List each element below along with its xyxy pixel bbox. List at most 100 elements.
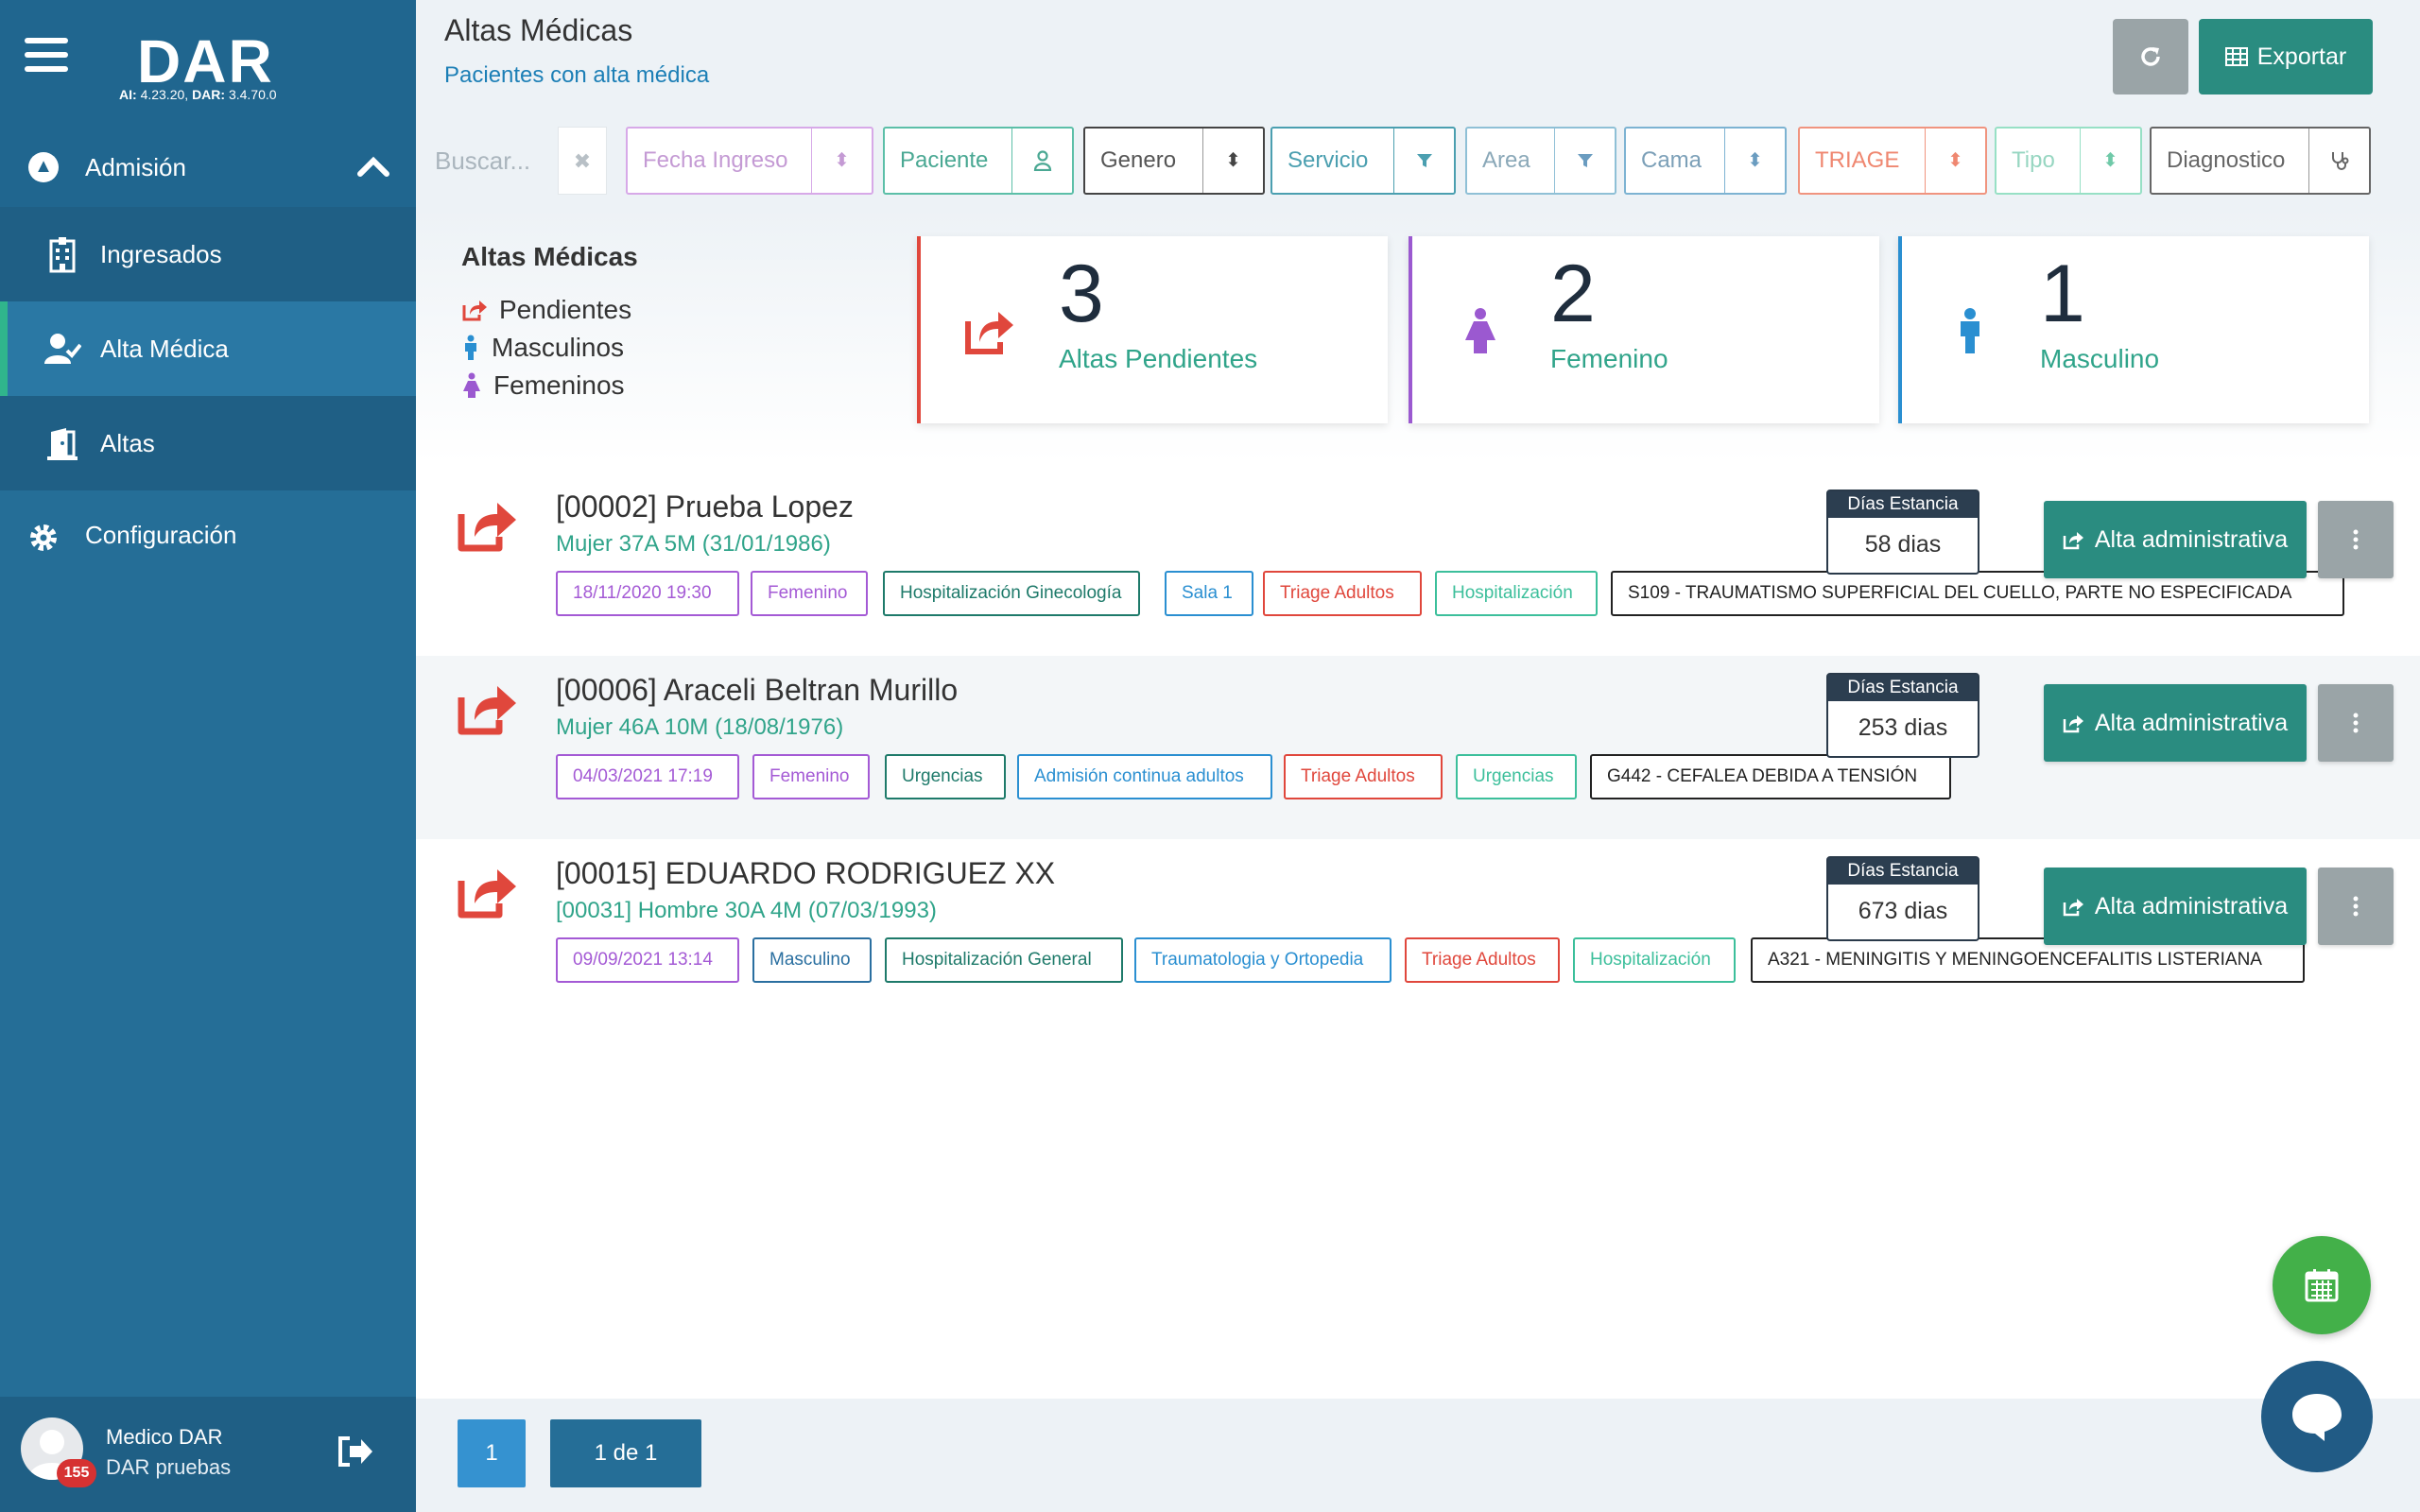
patient-info: [00031] Hombre 30A 4M (07/03/1993) — [556, 898, 937, 923]
stay-value: 253 dias — [1858, 714, 1948, 741]
chat-fab-button[interactable] — [2261, 1361, 2373, 1472]
legend-title: Altas Médicas — [461, 242, 638, 271]
sidebar-item-altas[interactable]: Altas — [0, 396, 416, 490]
user-name: Medico DAR — [106, 1425, 223, 1449]
filter-fecha-ingreso[interactable]: Fecha Ingreso ⬍ — [626, 127, 873, 195]
card-label: Femenino — [1550, 344, 1668, 373]
filter-label: Genero — [1100, 147, 1177, 173]
patient-info: Mujer 46A 10M (18/08/1976) — [556, 714, 844, 740]
tag-triage: Triage Adultos — [1263, 571, 1422, 616]
sidebar-item-configuracion[interactable]: Configuración — [0, 490, 416, 581]
sidebar-section-label: Admisión — [85, 152, 186, 181]
sidebar-section-admision[interactable]: ▲ Admisión — [0, 128, 416, 207]
stay-header: Días Estancia — [1828, 858, 1978, 885]
patient-icon — [1011, 129, 1072, 193]
share-icon — [458, 869, 516, 919]
tag-area: Sala 1 — [1165, 571, 1253, 616]
share-icon — [462, 301, 487, 321]
tag-area: Traumatologia y Ortopedia — [1134, 937, 1392, 983]
tag-tipo: Hospitalización — [1573, 937, 1736, 983]
logout-icon[interactable] — [337, 1435, 374, 1469]
tag-genero: Femenino — [752, 754, 870, 799]
refresh-icon — [2141, 47, 2160, 66]
tag-tipo: Hospitalización — [1435, 571, 1598, 616]
filter-label: Diagnostico — [2167, 147, 2286, 173]
tag-area: Admisión continua adultos — [1017, 754, 1272, 799]
filter-tipo[interactable]: Tipo ⬍ — [1995, 127, 2142, 195]
menu-icon[interactable] — [25, 38, 68, 72]
card-label: Masculino — [2040, 344, 2160, 373]
stay-header: Días Estancia — [1828, 675, 1978, 701]
patient-row[interactable]: [00002] Prueba Lopez Mujer 37A 5M (31/01… — [416, 472, 2420, 656]
more-options-button[interactable] — [2318, 684, 2394, 762]
sidebar-item-alta-medica[interactable]: Alta Médica — [0, 301, 416, 396]
patient-row[interactable]: [00006] Araceli Beltran Murillo Mujer 46… — [416, 656, 2420, 839]
chevron-up-icon — [357, 156, 389, 177]
tag-triage: Triage Adultos — [1284, 754, 1443, 799]
tag-fecha: 04/03/2021 17:19 — [556, 754, 739, 799]
tag-triage: Triage Adultos — [1405, 937, 1560, 983]
card-altas-pendientes: 3 Altas Pendientes — [917, 236, 1388, 423]
tag-genero: Femenino — [751, 571, 868, 616]
export-button[interactable]: Exportar — [2199, 19, 2373, 94]
sidebar-item-label: Ingresados — [100, 239, 222, 268]
stay-value: 673 dias — [1858, 898, 1948, 924]
page-button[interactable]: 1 — [458, 1419, 526, 1487]
tag-tipo: Urgencias — [1456, 754, 1577, 799]
tag-servicio: Hospitalización General — [885, 937, 1123, 983]
more-options-button[interactable] — [2318, 501, 2394, 578]
sort-icon: ⬍ — [1925, 129, 1985, 193]
summary-panel: Altas Médicas Pendientes Masculinos Feme… — [416, 208, 2420, 463]
filter-servicio[interactable]: Servicio — [1270, 127, 1456, 195]
alta-administrativa-button[interactable]: Alta administrativa — [2044, 868, 2307, 945]
filter-paciente[interactable]: Paciente — [883, 127, 1074, 195]
stay-box: Días Estancia 673 dias — [1826, 856, 1979, 941]
user-check-icon — [44, 334, 81, 364]
patient-row[interactable]: [00015] EDUARDO RODRIGUEZ XX [00031] Hom… — [416, 839, 2420, 1022]
calendar-icon — [2305, 1269, 2339, 1302]
page-info: 1 de 1 — [550, 1419, 701, 1487]
tag-genero: Masculino — [752, 937, 872, 983]
sidebar-item-label: Alta Médica — [100, 334, 229, 363]
share-icon — [2063, 532, 2083, 550]
sidebar-item-label: Configuración — [85, 521, 237, 549]
filter-icon — [1393, 129, 1454, 193]
filter-genero[interactable]: Genero ⬍ — [1083, 127, 1265, 195]
sidebar-item-ingresados[interactable]: Ingresados — [0, 207, 416, 301]
version-info: AI: 4.23.20, DAR: 3.4.70.0 — [119, 87, 277, 102]
legend-item-pendientes: Pendientes — [461, 295, 631, 325]
tag-servicio: Urgencias — [885, 754, 1006, 799]
alta-administrativa-button[interactable]: Alta administrativa — [2044, 684, 2307, 762]
navigation-icon: ▲ — [28, 152, 59, 182]
page-header: Altas Médicas Pacientes con alta médica … — [416, 0, 2420, 113]
patient-info: Mujer 37A 5M (31/01/1986) — [556, 531, 831, 557]
clear-search-icon[interactable]: ✖ — [558, 127, 607, 195]
stay-box: Días Estancia 58 dias — [1826, 490, 1979, 575]
patient-name[interactable]: [00015] EDUARDO RODRIGUEZ XX — [556, 856, 1055, 891]
share-icon — [2063, 899, 2083, 917]
vertical-ellipsis-icon — [2353, 896, 2359, 917]
stay-box: Días Estancia 253 dias — [1826, 673, 1979, 758]
page-title: Altas Médicas — [444, 13, 633, 47]
filter-diagnostico[interactable]: Diagnostico — [2150, 127, 2371, 195]
stethoscope-icon — [2308, 129, 2369, 193]
filter-triage[interactable]: TRIAGE ⬍ — [1798, 127, 1987, 195]
card-value: 2 — [1550, 249, 1596, 339]
filter-cama[interactable]: Cama ⬍ — [1624, 127, 1787, 195]
more-options-button[interactable] — [2318, 868, 2394, 945]
sidebar-header: DAR AI: 4.23.20, DAR: 3.4.70.0 — [0, 0, 416, 128]
gear-icon — [30, 524, 57, 551]
filter-label: Paciente — [900, 147, 989, 173]
alta-administrativa-button[interactable]: Alta administrativa — [2044, 501, 2307, 578]
patient-name[interactable]: [00002] Prueba Lopez — [556, 490, 854, 524]
refresh-button[interactable] — [2113, 19, 2188, 94]
sort-icon: ⬍ — [1202, 129, 1263, 193]
patient-name[interactable]: [00006] Araceli Beltran Murillo — [556, 673, 958, 708]
share-icon — [2063, 715, 2083, 733]
calendar-fab-button[interactable] — [2273, 1236, 2371, 1334]
vertical-ellipsis-icon — [2353, 529, 2359, 550]
card-value: 1 — [2040, 249, 2085, 339]
door-exit-icon — [47, 428, 78, 460]
filter-area[interactable]: Area — [1465, 127, 1616, 195]
sidebar-item-label: Altas — [100, 428, 155, 457]
